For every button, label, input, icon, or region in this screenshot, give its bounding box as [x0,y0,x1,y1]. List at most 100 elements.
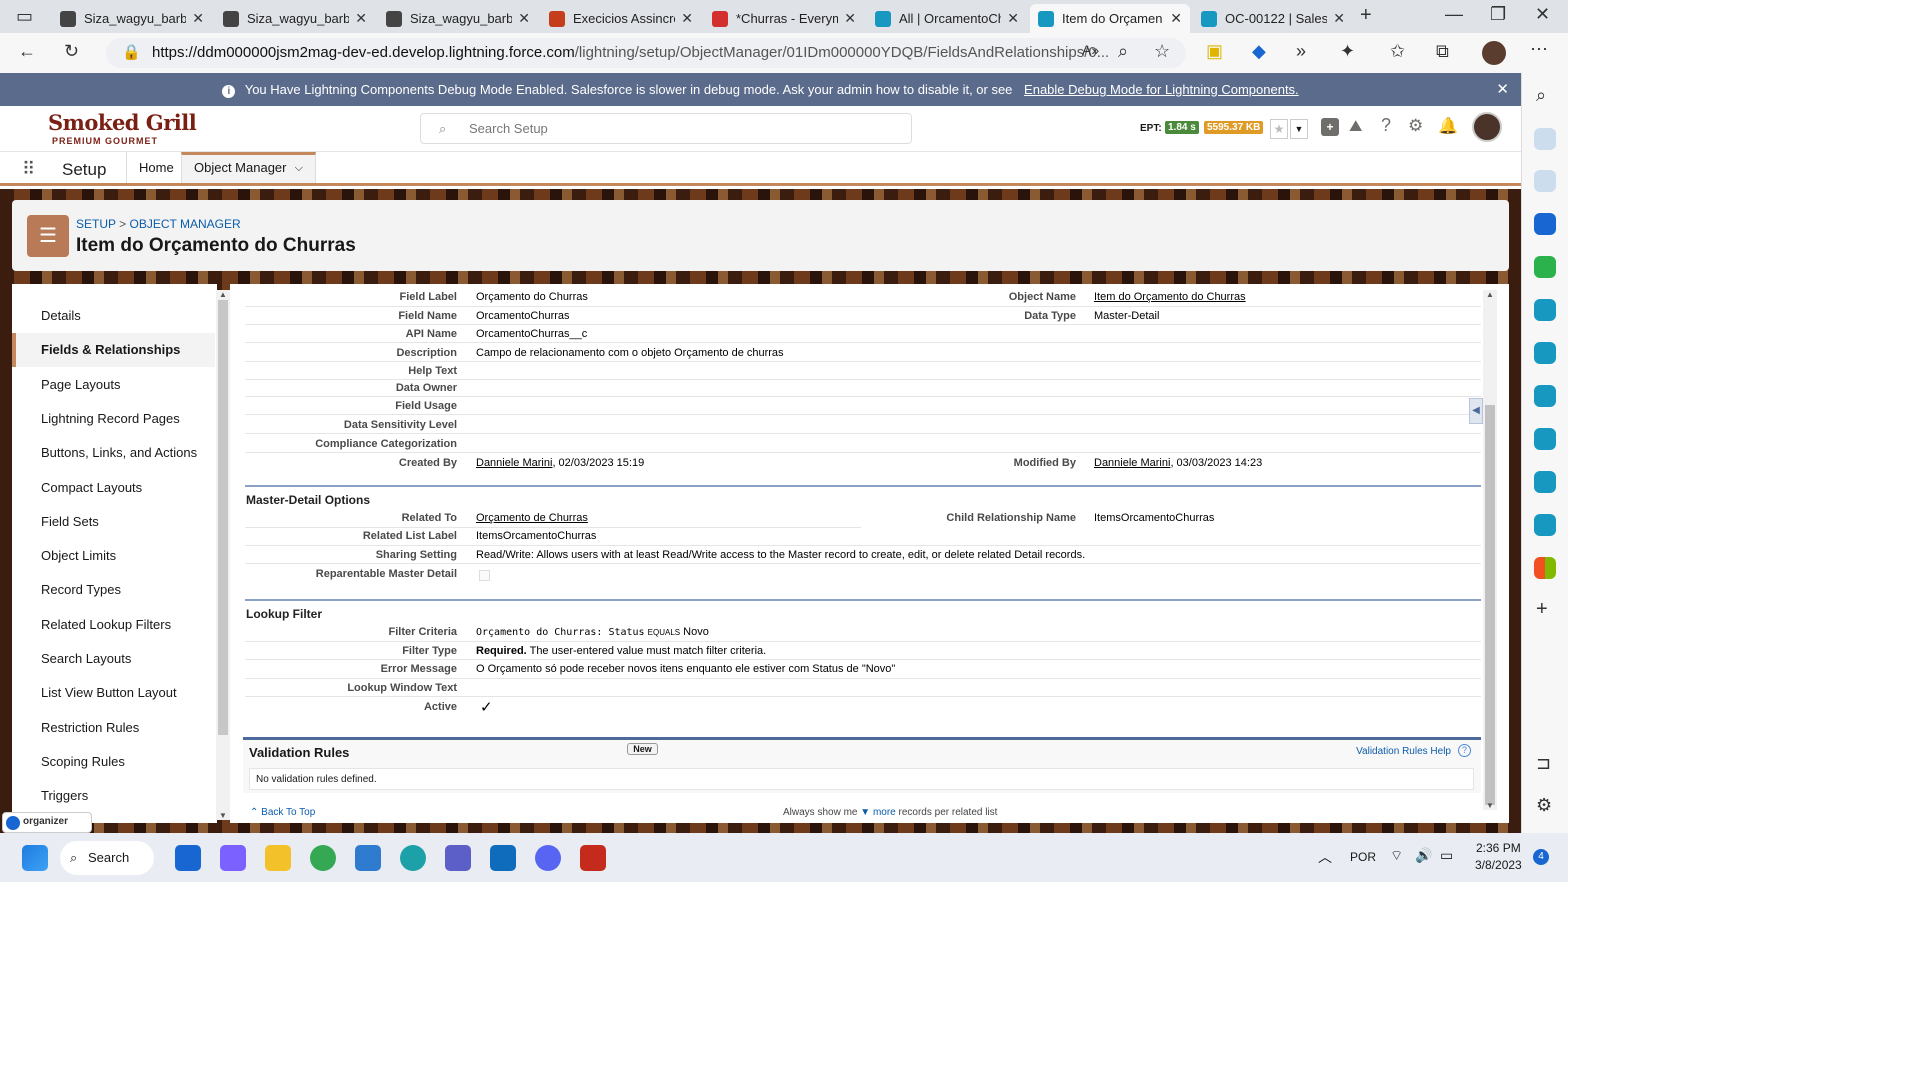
office-icon[interactable] [1534,557,1556,579]
clock-time[interactable]: 2:36 PM [1476,841,1521,855]
created-by-user-link[interactable]: Danniele Marini [476,457,552,469]
nav-home-tab[interactable]: Home [126,152,186,183]
back-to-top-link[interactable]: ⌃ Back To Top [250,807,315,818]
extension-2-icon[interactable]: ◆ [1252,41,1266,62]
collapse-panel-handle[interactable]: ◀ [1469,398,1483,424]
read-aloud-icon[interactable]: A» [1082,42,1099,58]
browser-tab[interactable]: Execicios Assincro ✕ [541,4,701,33]
new-validation-rule-button[interactable]: New [627,743,658,755]
main-scrollbar[interactable]: ▲ ▼ [1483,290,1497,810]
chrome-icon[interactable] [310,845,336,871]
help-icon[interactable]: ? [1381,115,1391,136]
favorites-star-button[interactable]: ★ [1270,119,1288,139]
teams-icon[interactable] [445,845,471,871]
close-tab-icon[interactable]: ✕ [1170,10,1182,27]
close-tab-icon[interactable]: ✕ [355,10,367,27]
sidebar-settings-icon[interactable]: ⚙ [1536,795,1552,816]
battery-icon[interactable]: ▭ [1440,847,1453,864]
setup-gear-icon[interactable]: ⚙ [1408,116,1423,136]
zoom-icon[interactable]: ⌕ [1118,41,1128,62]
windows-start-icon[interactable] [22,845,48,871]
salesforce-side-icon-4[interactable] [1534,428,1556,450]
notifications-bell-icon[interactable]: 🔔 [1438,116,1458,136]
salesforce-side-icon-3[interactable] [1534,385,1556,407]
new-tab-icon[interactable]: + [1360,4,1372,27]
sidebar-scrollbar[interactable]: ▲ ▼ [216,290,230,820]
close-tab-icon[interactable]: ✕ [192,10,204,27]
language-indicator[interactable]: POR [1350,850,1376,864]
drive-icon[interactable] [1534,256,1556,278]
close-tab-icon[interactable]: ✕ [681,10,693,27]
validation-rules-help-link[interactable]: Validation Rules Help [1356,746,1451,757]
sidebar-item[interactable]: Related Lookup Filters [12,608,215,642]
copilot-app-icon[interactable] [220,845,246,871]
restore-icon[interactable]: ❐ [1490,4,1506,25]
object-name-link[interactable]: Item do Orçamento do Churras [1094,291,1246,303]
close-tab-icon[interactable]: ✕ [844,10,856,27]
close-window-icon[interactable]: ✕ [1535,4,1550,25]
edge-icon[interactable] [400,845,426,871]
related-to-link[interactable]: Orçamento de Churras [476,512,588,524]
back-icon[interactable]: ← [18,41,36,62]
more-records-link[interactable]: ▼ more [860,807,895,818]
browser-tab[interactable]: Siza_wagyu_barbe ✕ [215,4,375,33]
bing-chat-icon[interactable] [1534,128,1556,150]
sidebar-item[interactable]: Record Types [12,573,215,607]
company-logo[interactable]: Smoked Grill [48,110,197,135]
close-tab-icon[interactable]: ✕ [518,10,530,27]
sidebar-item[interactable]: Scoping Rules [12,745,215,779]
collections-icon[interactable]: ⧉ [1436,41,1449,62]
close-tab-icon[interactable]: ✕ [1007,10,1019,27]
setup-search-input[interactable]: ⌕ Search Setup [420,113,912,144]
profile-avatar[interactable] [1482,41,1506,65]
app-launcher-icon[interactable]: ⠿ [22,159,35,180]
salesforce-side-icon-2[interactable] [1534,342,1556,364]
trailhead-icon[interactable]: ⛰ [1349,118,1362,136]
sidebar-item[interactable]: Compact Layouts [12,471,215,505]
wifi-icon[interactable]: ⌔ [1390,847,1403,865]
taskbar-search-button[interactable]: ⌕ Search [60,841,154,875]
sidebar-item[interactable]: Buttons, Links, and Actions [12,436,215,470]
refresh-icon[interactable]: ↻ [64,41,79,62]
salesforce-side-icon-6[interactable] [1534,514,1556,536]
clock-date[interactable]: 3/8/2023 [1475,858,1522,872]
edge-search-icon[interactable]: ⌕ [1536,85,1546,106]
modified-by-user-link[interactable]: Danniele Marini [1094,457,1170,469]
salesforce-side-icon-1[interactable] [1534,299,1556,321]
tab-actions-icon[interactable]: ▭ [16,6,33,27]
sidebar-item[interactable]: Details [12,299,215,333]
browser-tab[interactable]: Siza_wagyu_barbe ✕ [378,4,538,33]
sidebar-item[interactable]: Field Sets [12,505,215,539]
chevron-down-icon[interactable]: ⌵ [295,155,303,181]
user-avatar[interactable] [1472,112,1502,142]
add-sidebar-app-icon[interactable]: + [1536,598,1548,621]
enable-debug-link[interactable]: Enable Debug Mode for Lightning Componen… [1024,82,1299,97]
sidebar-item[interactable]: Fields & Relationships [12,333,215,368]
snipping-tool-icon[interactable] [580,845,606,871]
sidebar-item[interactable]: Object Limits [12,539,215,573]
sidebar-item[interactable]: Triggers [12,779,215,813]
browser-tab[interactable]: Siza_wagyu_barbe ✕ [52,4,212,33]
favorites-icon[interactable]: ✩ [1390,41,1405,62]
url-field[interactable]: 🔒 https://ddm000000jsm2mag-dev-ed.develo… [106,38,1186,68]
extensions-more-icon[interactable]: » [1296,41,1306,62]
mail-app-icon[interactable] [175,845,201,871]
favorites-list-button[interactable]: ▼ [1290,119,1308,139]
sidebar-item[interactable]: Restriction Rules [12,711,215,745]
favorite-add-icon[interactable]: ☆ [1154,41,1170,62]
browser-tab[interactable]: All | OrcamentoCh ✕ [867,4,1027,33]
volume-icon[interactable]: 🔊 [1415,847,1432,864]
extension-1-icon[interactable]: ▣ [1206,41,1223,62]
notification-count-badge[interactable]: 4 [1533,849,1549,865]
organizer-extension-badge[interactable]: organizer [2,812,92,833]
close-banner-icon[interactable]: ✕ [1496,73,1509,106]
bing-icon[interactable] [490,845,516,871]
show-hidden-icons[interactable]: ︿ [1318,847,1332,867]
settings-more-icon[interactable]: ⋯ [1530,39,1548,60]
salesforce-side-icon-5[interactable] [1534,471,1556,493]
nav-object-manager-tab[interactable]: Object Manager ⌵ [181,152,316,183]
sidebar-item[interactable]: Search Layouts [12,642,215,676]
discord-icon[interactable] [535,845,561,871]
browser-tab[interactable]: OC-00122 | Salesf ✕ [1193,4,1353,33]
discover-icon[interactable] [1534,170,1556,192]
